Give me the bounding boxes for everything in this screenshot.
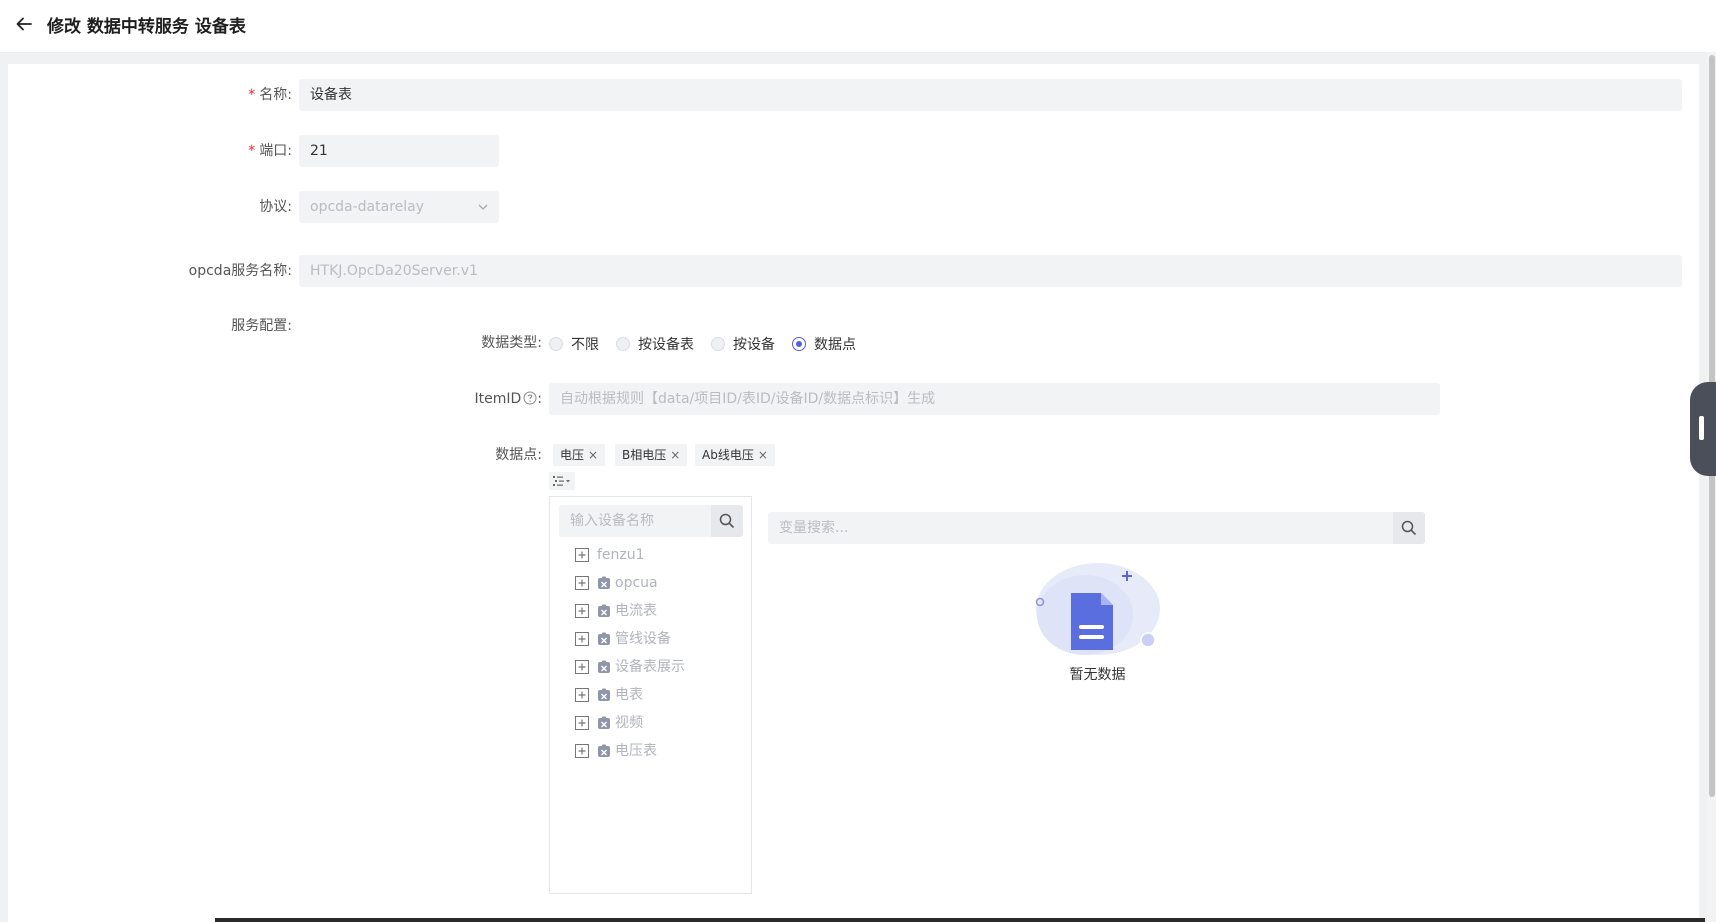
tree-node-video[interactable]: 视频	[575, 713, 643, 733]
plus-square-icon[interactable]	[575, 688, 589, 702]
radio-label: 数据点	[814, 337, 856, 353]
close-icon[interactable]: ×	[588, 448, 598, 462]
datapoint-tag: B相电压 ×	[615, 444, 688, 466]
radio-option-by-device-table[interactable]: 按设备表	[616, 334, 694, 354]
device-search: 输入设备名称	[559, 505, 743, 537]
chevron-down-icon	[478, 204, 488, 210]
radio-circle[interactable]	[711, 337, 725, 351]
close-icon[interactable]: ×	[758, 448, 768, 462]
tree-node-fenzu1[interactable]: fenzu1	[575, 545, 645, 565]
datapoint-tag: Ab线电压 ×	[695, 444, 775, 466]
device-tree-panel: 输入设备名称 fenzu1 opcua 电流表 管线设备 设备表展示 电表 视频…	[549, 496, 752, 894]
variable-search-input[interactable]: 变量搜索...	[768, 512, 1388, 544]
server-name-label: opcda服务名称:	[188, 263, 292, 279]
top-bar: 修改 数据中转服务 设备表	[0, 0, 1716, 53]
device-search-input[interactable]: 输入设备名称	[559, 505, 711, 537]
required-asterisk: *	[248, 143, 256, 159]
tree-node-label: 设备表展示	[615, 659, 685, 675]
name-input[interactable]: 设备表	[299, 79, 1682, 111]
protocol-label: 协议:	[259, 199, 292, 215]
empty-data-illustration-icon	[1035, 563, 1160, 655]
variable-search: 变量搜索...	[768, 512, 1425, 544]
plus-square-icon[interactable]	[575, 660, 589, 674]
search-icon	[719, 513, 735, 529]
radio-option-by-device[interactable]: 按设备	[711, 334, 775, 354]
plus-square-icon[interactable]	[575, 716, 589, 730]
datapoint-tag: 电压 ×	[553, 444, 606, 466]
device-table-icon	[598, 604, 610, 617]
device-table-icon	[598, 576, 610, 589]
radio-label: 按设备	[733, 337, 775, 353]
tree-node-label: 电压表	[615, 743, 657, 759]
form-panel	[8, 64, 1699, 922]
tree-node-current-meter[interactable]: 电流表	[575, 601, 657, 621]
empty-state-text: 暂无数据	[1069, 667, 1126, 683]
tree-node-device-table-display[interactable]: 设备表展示	[575, 657, 685, 677]
tree-toggle-button[interactable]	[549, 472, 575, 490]
tag-label: B相电压	[622, 448, 667, 462]
service-config-label: 服务配置:	[231, 318, 292, 334]
name-label: * 名称:	[200, 85, 292, 105]
tree-node-opcua[interactable]: opcua	[575, 573, 658, 593]
required-asterisk: *	[248, 87, 256, 103]
itemid-label: ItemID:	[440, 389, 543, 409]
tag-label: Ab线电压	[702, 448, 754, 462]
tree-node-label: 视频	[615, 715, 643, 731]
radio-circle[interactable]	[549, 337, 563, 351]
plus-square-icon[interactable]	[575, 576, 589, 590]
device-table-icon	[598, 744, 610, 757]
plus-square-icon[interactable]	[575, 744, 589, 758]
plus-square-icon[interactable]	[575, 604, 589, 618]
plus-square-icon[interactable]	[575, 548, 589, 562]
radio-circle-checked[interactable]	[792, 337, 806, 351]
plus-square-icon[interactable]	[575, 632, 589, 646]
radio-label: 不限	[571, 337, 599, 353]
tree-node-label: 电流表	[615, 603, 657, 619]
horizontal-scrollbar[interactable]	[215, 918, 1705, 922]
tag-label: 电压	[560, 448, 585, 462]
tree-node-label: opcua	[615, 575, 658, 591]
radio-option-datapoint[interactable]: 数据点	[792, 334, 856, 354]
device-table-icon	[598, 660, 610, 673]
port-label: * 端口:	[200, 141, 292, 161]
tree-node-voltage-meter[interactable]: 电压表	[575, 741, 657, 761]
data-type-label: 数据类型:	[481, 335, 542, 351]
side-drawer-handle[interactable]	[1690, 382, 1716, 476]
radio-circle[interactable]	[616, 337, 630, 351]
itemid-input[interactable]: 自动根据规则【data/项目ID/表ID/设备ID/数据点标识】生成	[549, 383, 1440, 415]
protocol-select-value: opcda-datarelay	[310, 199, 425, 215]
device-search-button[interactable]	[711, 505, 743, 537]
itemid-colon: :	[537, 391, 542, 407]
tree-node-label: 管线设备	[615, 631, 671, 647]
list-dropdown-icon	[553, 476, 570, 486]
itemid-label-text: ItemID	[474, 391, 522, 407]
close-icon[interactable]: ×	[670, 448, 680, 462]
help-circle-icon[interactable]	[523, 391, 537, 405]
radio-option-unlimited[interactable]: 不限	[549, 334, 599, 354]
tree-node-label: 电表	[615, 687, 643, 703]
page-title: 修改 数据中转服务 设备表	[47, 17, 246, 37]
search-icon	[1401, 520, 1417, 536]
port-label-text: 端口:	[259, 143, 292, 159]
device-table-icon	[598, 716, 610, 729]
device-table-icon	[598, 688, 610, 701]
radio-label: 按设备表	[638, 337, 694, 353]
arrow-left-icon[interactable]	[14, 14, 34, 34]
datapoints-label: 数据点:	[495, 447, 542, 463]
protocol-select[interactable]: opcda-datarelay	[299, 191, 499, 223]
data-type-radio-group: 不限 按设备表 按设备 数据点	[549, 334, 873, 354]
variable-search-button[interactable]	[1393, 512, 1425, 544]
tree-node-label: fenzu1	[597, 547, 645, 563]
tree-node-electric-meter[interactable]: 电表	[575, 685, 643, 705]
tree-node-pipeline-device[interactable]: 管线设备	[575, 629, 671, 649]
name-label-text: 名称:	[259, 87, 292, 103]
device-table-icon	[598, 632, 610, 645]
port-input[interactable]: 21	[299, 135, 499, 167]
server-name-input[interactable]: HTKJ.OpcDa20Server.v1	[299, 255, 1682, 287]
